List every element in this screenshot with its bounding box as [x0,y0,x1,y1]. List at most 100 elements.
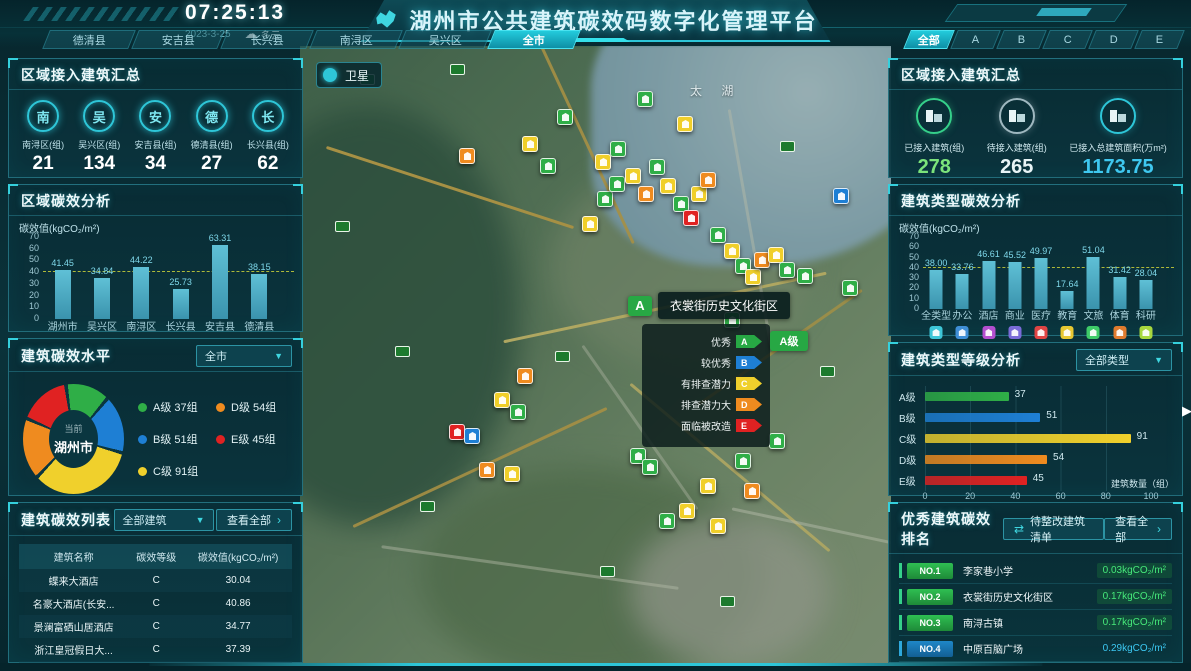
bar-value: 33.76 [951,262,974,272]
access-summary-item: 已接入总建筑面积(万m²)1173.75 [1069,98,1167,179]
ranking-row[interactable]: NO.1李家巷小学0.03kgCO₂/m² [899,558,1172,584]
region-label: 南浔区(组) [22,138,64,151]
map-marker[interactable] [649,159,665,175]
map-marker[interactable] [833,188,849,204]
map-marker[interactable] [459,148,475,164]
rectify-list-button[interactable]: ⇄ 待整改建筑清单 [1003,518,1104,540]
y-tick: 40 [899,262,919,272]
table-row[interactable]: 蝶来大酒店C30.04 [19,569,292,592]
tab-grade-4[interactable]: D [1088,30,1139,49]
road-shield-icon [720,596,735,607]
building-icon [1100,98,1136,134]
button-label: 查看全部 [1115,513,1151,545]
huzhou-map-icon [373,9,399,31]
map-marker[interactable] [768,247,784,263]
city-scope-dropdown[interactable]: 全市 ▼ [196,345,292,367]
map-marker[interactable] [710,227,726,243]
map-marker[interactable] [779,262,795,278]
map-marker[interactable] [842,280,858,296]
tab-region-3[interactable]: 南浔区 [309,30,403,49]
map-marker[interactable] [724,243,740,259]
map-canvas[interactable]: 太 湖 卫星 A 衣裳街历史文化街区 优秀AA级较优秀B有排查潜力C排查潜力大D… [300,46,891,663]
map-marker[interactable] [479,462,495,478]
map-marker[interactable] [494,392,510,408]
map-marker[interactable] [595,154,611,170]
view-all-button[interactable]: 查看全部 › [1104,518,1172,540]
map-marker[interactable] [691,186,707,202]
tab-label: 德清县 [73,32,106,48]
table-cell: 浙江皇冠假日大... [19,638,128,661]
map-marker[interactable] [683,210,699,226]
tab-region-4[interactable]: 吴兴区 [398,30,492,49]
table-row[interactable]: 浙江皇冠假日大...C37.39 [19,638,292,661]
ranking-row[interactable]: NO.4中原百脑广场0.29kgCO₂/m² [899,636,1172,662]
tab-grade-2[interactable]: B [996,30,1047,49]
map-marker[interactable] [522,136,538,152]
map-marker[interactable] [638,186,654,202]
legend-label: 有排查潜力 [681,376,731,391]
satellite-toggle[interactable]: 卫星 [316,62,382,88]
map-marker[interactable] [510,404,526,420]
carousel-next-icon[interactable]: ▶ [1182,403,1191,419]
tab-grade-0[interactable]: 全部 [903,30,955,49]
bar-category: 酒店 [979,307,999,322]
map-marker[interactable] [557,109,573,125]
table-cell: 蝶来大酒店 [19,569,128,592]
bar-category: 长兴县 [166,318,196,333]
tab-region-5[interactable]: 全市 [487,30,581,49]
region-label: 吴兴区(组) [78,138,120,151]
tab-grade-1[interactable]: A [950,30,1001,49]
map-marker[interactable] [517,368,533,384]
map-marker[interactable] [504,466,520,482]
map-marker[interactable] [679,503,695,519]
map-marker[interactable] [642,459,658,475]
map-tooltip[interactable]: A 衣裳街历史文化街区 [628,292,790,319]
ranking-row[interactable]: NO.3南浔古镇0.17kgCO₂/m² [899,610,1172,636]
tab-region-1[interactable]: 安吉县 [131,30,225,49]
category-icon [1061,326,1074,339]
region-label: 德清县(组) [191,138,233,151]
map-marker[interactable] [710,518,726,534]
bar-slot: 63.31安吉县 [200,237,239,335]
map-marker[interactable] [540,158,556,174]
table-cell: 30.04 [184,569,292,592]
map-marker[interactable] [677,116,693,132]
map-marker[interactable] [700,172,716,188]
map-marker[interactable] [625,168,641,184]
hbar-value: 91 [1137,431,1148,442]
table-row[interactable]: 景澜富硒山居酒店C34.77 [19,615,292,638]
map-marker[interactable] [464,428,480,444]
chevron-right-icon: › [1157,522,1161,536]
ranking-row[interactable]: NO.2衣裳街历史文化街区0.17kgCO₂/m² [899,584,1172,610]
map-marker[interactable] [744,483,760,499]
tab-grade-3[interactable]: C [1042,30,1093,49]
region-summary-item: 南南浔区(组)21 [16,100,70,175]
map-marker[interactable] [769,433,785,449]
map-marker[interactable] [735,453,751,469]
category-icon [956,326,969,339]
building-filter-dropdown[interactable]: 全部建筑 ▼ [114,509,214,531]
map-marker[interactable] [745,269,761,285]
view-all-button[interactable]: 查看全部 › [216,509,292,531]
table-row[interactable]: 名豪大酒店(长安...C40.86 [19,592,292,615]
type-filter-dropdown[interactable]: 全部类型 ▼ [1076,349,1172,371]
map-marker[interactable] [449,424,465,440]
building-icon [916,98,952,134]
panel-region-carbon-analysis: 区域碳效分析 碳效值(kgCO₂/m²)01020304050607041.45… [8,184,303,332]
map-marker[interactable] [610,141,626,157]
bar-value: 45.52 [1004,250,1027,260]
legend-item: D级 54组 [216,399,294,415]
map-marker[interactable] [700,478,716,494]
tab-grade-5[interactable]: E [1134,30,1185,49]
map-marker[interactable] [597,191,613,207]
map-marker[interactable] [797,268,813,284]
tab-region-0[interactable]: 德清县 [42,30,136,49]
map-marker[interactable] [637,91,653,107]
map-marker[interactable] [582,216,598,232]
map-marker[interactable] [609,176,625,192]
tab-region-2[interactable]: 长兴县 [220,30,314,49]
map-marker[interactable] [659,513,675,529]
map-marker[interactable] [660,178,676,194]
bar [212,245,228,319]
category-icon [1087,326,1100,339]
